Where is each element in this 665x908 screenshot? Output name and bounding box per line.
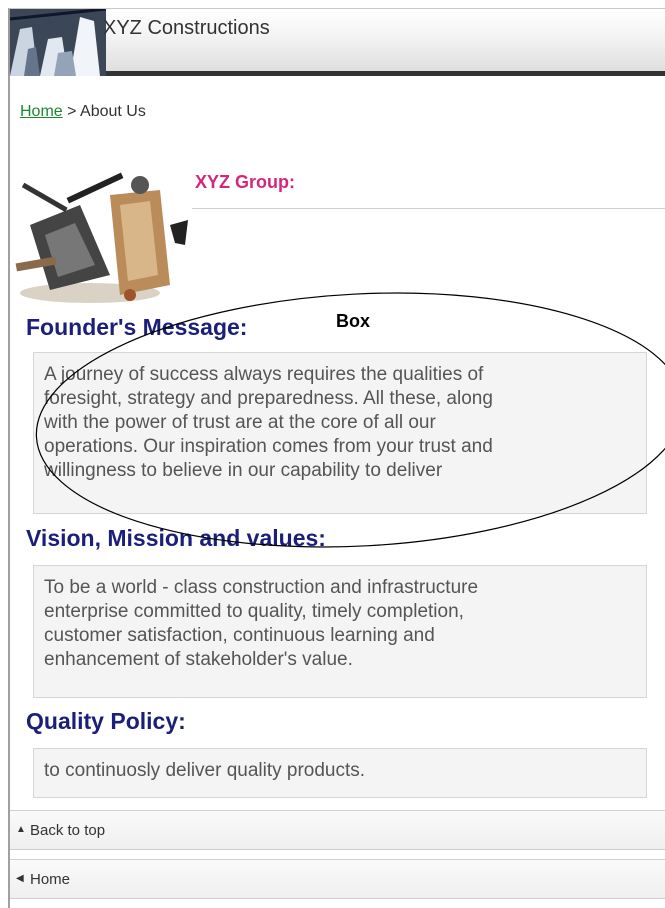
breadcrumb: Home > About Us: [20, 103, 146, 121]
home-nav-label: Home: [30, 871, 71, 888]
quality-policy-box: to continuosly deliver quality products.: [33, 748, 647, 798]
vision-mission-line: To be a world - class construction and i…: [44, 577, 479, 598]
back-to-top-label: Back to top: [30, 822, 106, 839]
vision-mission-line: enterprise committed to quality, timely …: [44, 601, 464, 622]
quality-policy-line: to continuosly deliver quality products.: [44, 760, 366, 781]
vision-mission-box: To be a world - class construction and i…: [33, 565, 647, 698]
page: XYZ Constructions Home > About Us XYZ Gr…: [0, 0, 665, 908]
company-image: [10, 165, 193, 307]
company-divider: [192, 208, 665, 209]
founders-message-line: foresight, strategy and preparedness. Al…: [44, 388, 493, 409]
founders-message-line: operations. Our inspiration comes from y…: [44, 436, 493, 457]
breadcrumb-home-link[interactable]: Home: [20, 103, 63, 120]
founders-message-box: A journey of success always requires the…: [33, 352, 647, 514]
logo-image: [10, 9, 106, 76]
breadcrumb-separator: >: [62, 103, 81, 120]
quality-policy-heading: Quality Policy:: [26, 708, 186, 734]
vision-mission-line: customer satisfaction, continuous learni…: [44, 625, 435, 646]
header-divider: [106, 71, 665, 76]
breadcrumb-current: About Us: [80, 103, 146, 120]
founders-message-heading: Founder's Message:: [26, 314, 248, 340]
home-nav-button[interactable]: ◀ Home: [10, 859, 665, 899]
company-name: XYZ Group:: [195, 172, 295, 192]
triangle-up-icon: ▲: [16, 824, 26, 835]
founders-message-line: willingness to believe in our capability…: [44, 460, 443, 481]
site-title: XYZ Constructions: [103, 17, 270, 39]
annotation-label: Box: [336, 311, 371, 331]
construction-tools-icon: [10, 165, 193, 307]
back-to-top-button[interactable]: ▲ Back to top: [10, 810, 665, 850]
city-skyline-icon: [10, 9, 106, 76]
founders-message-line: with the power of trust are at the core …: [44, 412, 436, 433]
vision-mission-line: enhancement of stakeholder's value.: [44, 649, 353, 670]
triangle-left-icon: ◀: [16, 873, 24, 884]
site-header: XYZ Constructions: [8, 8, 665, 76]
founders-message-line: A journey of success always requires the…: [44, 364, 484, 385]
vision-mission-heading: Vision, Mission and values:: [26, 525, 326, 551]
